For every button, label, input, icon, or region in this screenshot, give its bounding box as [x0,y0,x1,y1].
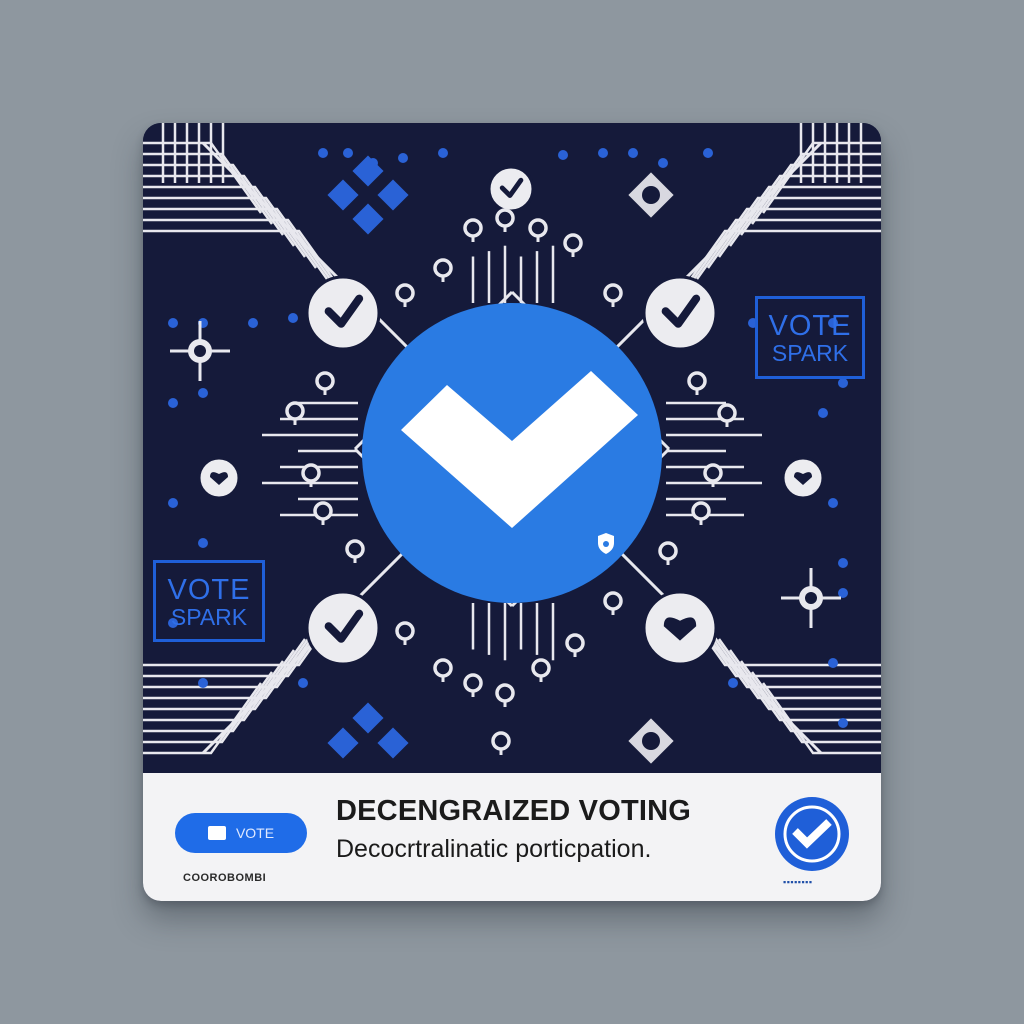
checkmark-icon [305,590,381,666]
checkmark-icon [642,275,718,351]
checkmark-icon [775,797,849,871]
vote-button[interactable]: VOTE [175,813,307,853]
footer-subtitle: Decocrtralinatic porticpation. [336,835,652,863]
footer-small-mark: ▪▪▪▪▪▪▪▪ [783,877,813,887]
card-footer: VOTE DECENGRAIZED VOTING Decocrtralinati… [143,773,881,901]
logo-text-vote: VOTE [768,310,852,342]
vote-card: VOTE SPARK VOTE SPARK VOTE DECENGRAIZED … [143,123,881,901]
logo-text-spark: SPARK [771,340,849,367]
ballot-icon [207,826,226,840]
logo-text-spark: SPARK [170,604,248,631]
footer-small-text: COOROBOMBI [183,872,267,884]
vote-button-label: VOTE [235,825,275,841]
heart-icon [197,456,241,500]
circuit-artwork [143,123,881,773]
footer-title: DECENGRAIZED VOTING [336,795,692,827]
vote-spark-logo: VOTE SPARK [755,296,865,379]
checkmark-icon [487,165,535,213]
vote-spark-logo-secondary: VOTE SPARK [153,560,265,642]
logo-text-vote: VOTE [167,574,251,606]
heart-icon [781,456,825,500]
heart-icon [642,590,718,666]
checkmark-icon [305,275,381,351]
